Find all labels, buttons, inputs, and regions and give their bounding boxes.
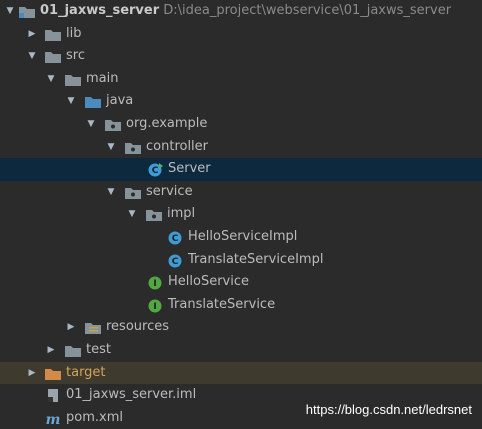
chevron-down-icon[interactable]: ▼ bbox=[45, 68, 57, 91]
package-icon bbox=[146, 210, 162, 222]
chevron-down-icon[interactable]: ▼ bbox=[26, 45, 38, 68]
maven-icon: m bbox=[46, 412, 61, 426]
tree-label: TranslateServiceImpl bbox=[188, 251, 324, 267]
tree-row-controller[interactable]: ▼ controller bbox=[0, 136, 482, 159]
resources-folder-icon bbox=[85, 323, 101, 335]
tree-row-service[interactable]: ▼ service bbox=[0, 181, 482, 204]
chevron-down-icon[interactable]: ▼ bbox=[4, 0, 16, 23]
source-folder-icon bbox=[85, 97, 101, 109]
tree-row-server[interactable]: C Server bbox=[0, 158, 482, 181]
chevron-down-icon[interactable]: ▼ bbox=[126, 203, 138, 226]
package-icon bbox=[105, 119, 121, 131]
tree-label: pom.xml bbox=[66, 409, 123, 425]
tree-label: test bbox=[86, 341, 111, 357]
chevron-right-icon[interactable]: ▶ bbox=[45, 339, 57, 362]
watermark-text: https://blog.csdn.net/ledrsnet bbox=[305, 402, 472, 417]
project-tree: ▼ 01_jaxws_server D:\idea_project\webser… bbox=[0, 0, 482, 429]
tree-row-translate-service-impl[interactable]: C TranslateServiceImpl bbox=[0, 249, 482, 272]
project-path: D:\idea_project\webservice\01_jaxws_serv… bbox=[163, 3, 452, 18]
tree-row-translate-service[interactable]: I TranslateService bbox=[0, 294, 482, 317]
package-icon bbox=[125, 142, 141, 154]
tree-row-lib[interactable]: ▶ lib bbox=[0, 23, 482, 46]
chevron-right-icon[interactable]: ▶ bbox=[26, 362, 38, 385]
chevron-right-icon[interactable]: ▶ bbox=[65, 316, 77, 339]
tree-label: java bbox=[106, 93, 134, 109]
class-icon: C bbox=[168, 254, 182, 268]
tree-row-target[interactable]: ▶ target bbox=[0, 361, 482, 385]
svg-text:C: C bbox=[152, 166, 159, 176]
tree-label: controller bbox=[146, 138, 209, 154]
folder-icon bbox=[65, 345, 81, 357]
tree-label: resources bbox=[106, 319, 170, 335]
tree-row-project-root[interactable]: ▼ 01_jaxws_server D:\idea_project\webser… bbox=[0, 0, 482, 23]
interface-icon: I bbox=[148, 299, 162, 313]
tree-label: main bbox=[86, 70, 119, 86]
tree-label: org.example bbox=[126, 115, 208, 131]
svg-text:C: C bbox=[172, 257, 179, 267]
svg-text:I: I bbox=[153, 279, 156, 289]
svg-text:m: m bbox=[46, 412, 61, 426]
tree-label: HelloServiceImpl bbox=[188, 228, 298, 244]
chevron-down-icon[interactable]: ▼ bbox=[85, 113, 97, 136]
interface-icon: I bbox=[148, 276, 162, 290]
tree-row-java[interactable]: ▼ java bbox=[0, 90, 482, 113]
svg-text:C: C bbox=[172, 234, 179, 244]
class-icon: C bbox=[168, 231, 182, 245]
folder-icon bbox=[45, 29, 61, 41]
tree-row-package-org-example[interactable]: ▼ org.example bbox=[0, 113, 482, 136]
tree-label: HelloService bbox=[168, 274, 249, 290]
excluded-folder-icon bbox=[45, 368, 61, 380]
tree-row-main[interactable]: ▼ main bbox=[0, 68, 482, 91]
tree-row-src[interactable]: ▼ src bbox=[0, 45, 482, 68]
runnable-class-icon: C bbox=[148, 163, 163, 177]
chevron-down-icon[interactable]: ▼ bbox=[105, 136, 117, 159]
module-file-icon bbox=[48, 389, 58, 403]
tree-label: src bbox=[66, 48, 85, 64]
project-name: 01_jaxws_server bbox=[40, 3, 160, 18]
tree-label: Server bbox=[168, 161, 211, 177]
tree-row-test[interactable]: ▶ test bbox=[0, 339, 482, 362]
tree-label: target bbox=[66, 364, 106, 380]
folder-icon bbox=[65, 74, 81, 86]
tree-row-hello-service-impl[interactable]: C HelloServiceImpl bbox=[0, 226, 482, 249]
tree-row-resources[interactable]: ▶ resources bbox=[0, 316, 482, 339]
tree-row-hello-service[interactable]: I HelloService bbox=[0, 271, 482, 294]
tree-row-impl[interactable]: ▼ impl bbox=[0, 203, 482, 226]
chevron-down-icon[interactable]: ▼ bbox=[65, 90, 77, 113]
tree-label: service bbox=[146, 183, 193, 199]
chevron-right-icon[interactable]: ▶ bbox=[26, 23, 38, 46]
tree-label: 01_jaxws_server.iml bbox=[66, 387, 197, 403]
tree-label: TranslateService bbox=[168, 296, 276, 312]
chevron-down-icon[interactable]: ▼ bbox=[105, 181, 117, 204]
package-icon bbox=[125, 187, 141, 199]
svg-text:I: I bbox=[153, 302, 156, 312]
folder-icon bbox=[45, 52, 61, 64]
tree-label: lib bbox=[66, 25, 82, 41]
tree-label: impl bbox=[167, 206, 196, 222]
module-folder-icon bbox=[19, 7, 35, 18]
